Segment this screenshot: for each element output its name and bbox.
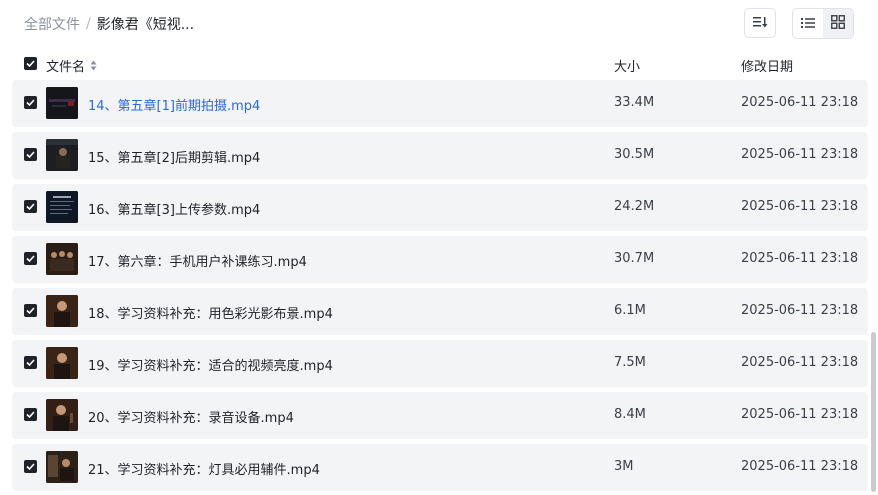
row-checkbox[interactable] <box>24 252 37 265</box>
file-list: 14、第五章[1]前期拍摄.mp4 33.4M 2025-06-11 23:18… <box>12 80 868 495</box>
file-size: 30.7M <box>614 251 655 266</box>
file-size: 7.5M <box>614 355 646 370</box>
column-date-header[interactable]: 修改日期 <box>741 56 793 75</box>
column-name-label: 文件名 <box>46 60 86 75</box>
file-name[interactable]: 20、学习资料补充：录音设备.mp4 <box>88 407 294 426</box>
sort-caret-icon <box>90 60 97 71</box>
top-bar: 全部文件 / 影像君《短视... <box>0 0 878 48</box>
file-name[interactable]: 15、第五章[2]后期剪辑.mp4 <box>88 147 260 166</box>
video-thumbnail <box>46 87 78 119</box>
file-name[interactable]: 17、第六章：手机用户补课练习.mp4 <box>88 251 307 270</box>
file-size: 8.4M <box>614 407 646 422</box>
column-name-header[interactable]: 文件名 <box>46 56 97 75</box>
file-size: 3M <box>614 459 634 474</box>
file-date: 2025-06-11 23:18 <box>741 303 859 318</box>
file-name[interactable]: 18、学习资料补充：用色彩光影布景.mp4 <box>88 303 333 322</box>
video-thumbnail <box>46 451 78 483</box>
video-thumbnail <box>46 243 78 275</box>
file-row[interactable]: 20、学习资料补充：录音设备.mp4 8.4M 2025-06-11 23:18 <box>12 392 868 439</box>
view-toggle <box>792 8 854 39</box>
file-row[interactable]: 14、第五章[1]前期拍摄.mp4 33.4M 2025-06-11 23:18 <box>12 80 868 127</box>
file-row[interactable]: 16、第五章[3]上传参数.mp4 24.2M 2025-06-11 23:18 <box>12 184 868 231</box>
file-date: 2025-06-11 23:18 <box>741 95 859 110</box>
sort-button[interactable] <box>744 8 776 38</box>
list-view-icon <box>801 14 815 33</box>
file-row[interactable]: 15、第五章[2]后期剪辑.mp4 30.5M 2025-06-11 23:18 <box>12 132 868 179</box>
video-thumbnail <box>46 191 78 223</box>
file-size: 6.1M <box>614 303 646 318</box>
video-thumbnail <box>46 295 78 327</box>
row-checkbox[interactable] <box>24 304 37 317</box>
file-name[interactable]: 21、学习资料补充：灯具必用辅件.mp4 <box>88 459 320 478</box>
file-row[interactable]: 17、第六章：手机用户补课练习.mp4 30.7M 2025-06-11 23:… <box>12 236 868 283</box>
row-checkbox[interactable] <box>24 96 37 109</box>
file-date: 2025-06-11 23:18 <box>741 407 859 422</box>
row-checkbox[interactable] <box>24 148 37 161</box>
file-list-header: 文件名 大小 修改日期 <box>0 50 878 78</box>
select-all-checkbox[interactable] <box>24 57 37 70</box>
file-row[interactable]: 19、学习资料补充：适合的视频亮度.mp4 7.5M 2025-06-11 23… <box>12 340 868 387</box>
list-view-button[interactable] <box>793 9 823 38</box>
row-checkbox[interactable] <box>24 408 37 421</box>
breadcrumb-root[interactable]: 全部文件 <box>24 14 80 34</box>
video-thumbnail <box>46 399 78 431</box>
grid-view-button[interactable] <box>823 9 853 38</box>
breadcrumb-current: 影像君《短视... <box>96 17 195 33</box>
file-date: 2025-06-11 23:18 <box>741 459 859 474</box>
breadcrumb: 全部文件 / 影像君《短视... <box>24 14 194 34</box>
row-checkbox[interactable] <box>24 460 37 473</box>
file-size: 30.5M <box>614 147 655 162</box>
breadcrumb-separator: / <box>86 16 91 32</box>
file-date: 2025-06-11 23:18 <box>741 147 859 162</box>
file-browser: 全部文件 / 影像君《短视... 文件名 大小 修改日期 14、第五章[1]前期… <box>0 0 878 495</box>
video-thumbnail <box>46 347 78 379</box>
file-date: 2025-06-11 23:18 <box>741 251 859 266</box>
vertical-scrollbar[interactable] <box>871 332 876 492</box>
file-row[interactable]: 21、学习资料补充：灯具必用辅件.mp4 3M 2025-06-11 23:18 <box>12 444 868 491</box>
file-size: 33.4M <box>614 95 655 110</box>
video-thumbnail <box>46 139 78 171</box>
sort-icon <box>752 14 768 33</box>
grid-view-icon <box>831 14 845 33</box>
file-date: 2025-06-11 23:18 <box>741 199 859 214</box>
file-size: 24.2M <box>614 199 655 214</box>
column-size-header[interactable]: 大小 <box>614 56 640 75</box>
row-checkbox[interactable] <box>24 200 37 213</box>
file-row[interactable]: 18、学习资料补充：用色彩光影布景.mp4 6.1M 2025-06-11 23… <box>12 288 868 335</box>
file-date: 2025-06-11 23:18 <box>741 355 859 370</box>
file-name[interactable]: 19、学习资料补充：适合的视频亮度.mp4 <box>88 355 333 374</box>
row-checkbox[interactable] <box>24 356 37 369</box>
file-name[interactable]: 14、第五章[1]前期拍摄.mp4 <box>88 95 260 114</box>
file-name[interactable]: 16、第五章[3]上传参数.mp4 <box>88 199 260 218</box>
